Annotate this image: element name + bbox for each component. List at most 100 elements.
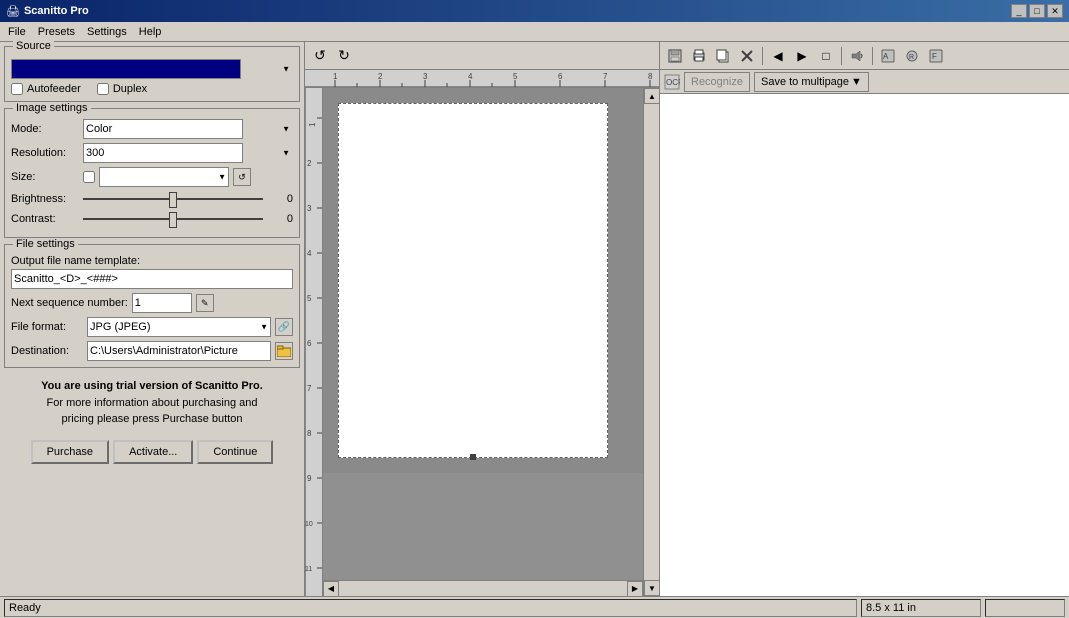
ocr-unknown3-button[interactable]: F bbox=[925, 45, 947, 67]
scan-page bbox=[338, 103, 608, 458]
speaker-icon bbox=[850, 49, 864, 63]
resize-handle-bottom[interactable] bbox=[470, 454, 476, 460]
ocr-toolbar: ◀ ▶ □ A R bbox=[660, 42, 1069, 70]
ocr-save-button[interactable] bbox=[664, 45, 686, 67]
ocr-recognize-button[interactable]: Recognize bbox=[684, 72, 750, 92]
scan-rotate-left-button[interactable]: ↺ bbox=[309, 45, 331, 67]
scroll-right-button[interactable]: ▶ bbox=[627, 581, 643, 597]
format-select[interactable]: JPG (JPEG) PNG BMP TIFF PDF bbox=[87, 317, 271, 337]
title-bar: 🖨 Scanitto Pro _ □ ✕ bbox=[0, 0, 1069, 22]
ocr-print-button[interactable] bbox=[688, 45, 710, 67]
svg-text:4: 4 bbox=[468, 72, 473, 81]
bottom-buttons: Purchase Activate... Continue bbox=[4, 436, 300, 468]
mode-label: Mode: bbox=[11, 123, 83, 135]
brightness-slider[interactable] bbox=[83, 191, 263, 207]
scroll-h-track[interactable] bbox=[339, 581, 627, 596]
scan-area: ↺ ↻ 1 2 3 4 5 6 bbox=[305, 42, 659, 596]
ocr-icon-2: R bbox=[905, 49, 919, 63]
ocr-icon-1: A bbox=[881, 49, 895, 63]
purchase-button[interactable]: Purchase bbox=[31, 440, 109, 464]
title-bar-left: 🖨 Scanitto Pro bbox=[6, 5, 89, 18]
mode-select[interactable]: Color Grayscale Black & White bbox=[83, 119, 243, 139]
resolution-select[interactable]: 75 100 150 200 300 600 1200 bbox=[83, 143, 243, 163]
resolution-label: Resolution: bbox=[11, 147, 83, 159]
menu-file[interactable]: File bbox=[2, 24, 32, 40]
scroll-up-button[interactable]: ▲ bbox=[644, 88, 659, 104]
delete-icon bbox=[740, 49, 754, 63]
dest-label: Destination: bbox=[11, 345, 83, 357]
contrast-slider[interactable] bbox=[83, 211, 263, 227]
title-bar-controls: _ □ ✕ bbox=[1011, 4, 1063, 18]
ocr-delete-button[interactable] bbox=[736, 45, 758, 67]
scroll-left-button[interactable]: ◀ bbox=[323, 581, 339, 597]
file-settings-group: File settings Output file name template:… bbox=[4, 244, 300, 368]
svg-text:9: 9 bbox=[307, 474, 312, 483]
svg-text:11: 11 bbox=[305, 566, 312, 573]
source-select[interactable] bbox=[11, 59, 241, 79]
ocr-prev-button[interactable]: ◀ bbox=[767, 45, 789, 67]
resolution-select-wrapper: 75 100 150 200 300 600 1200 bbox=[83, 143, 293, 163]
image-settings-label: Image settings bbox=[13, 102, 91, 114]
dest-input[interactable] bbox=[87, 341, 271, 361]
menu-help[interactable]: Help bbox=[133, 24, 168, 40]
menu-settings[interactable]: Settings bbox=[81, 24, 133, 40]
scan-v-scrollbar: ▲ ▼ bbox=[643, 88, 659, 596]
duplex-checkbox[interactable] bbox=[97, 83, 109, 95]
size-label: Size: bbox=[11, 171, 83, 183]
seq-row: Next sequence number: ✎ bbox=[11, 293, 293, 313]
mode-row: Mode: Color Grayscale Black & White bbox=[11, 119, 293, 139]
resolution-row: Resolution: 75 100 150 200 300 600 1200 bbox=[11, 143, 293, 163]
ocr-text-area[interactable] bbox=[660, 94, 1069, 596]
continue-button[interactable]: Continue bbox=[197, 440, 273, 464]
folder-icon bbox=[277, 345, 291, 357]
brightness-row: Brightness: 0 bbox=[11, 191, 293, 207]
checkbox-row: Autofeeder Duplex bbox=[11, 83, 293, 95]
toolbar-separator-3 bbox=[872, 47, 873, 65]
right-panel: ◀ ▶ □ A R bbox=[659, 42, 1069, 596]
seq-label: Next sequence number: bbox=[11, 297, 128, 309]
size-select[interactable] bbox=[99, 167, 229, 187]
contrast-slider-container bbox=[83, 211, 263, 227]
maximize-button[interactable]: □ bbox=[1029, 4, 1045, 18]
autofeeder-checkbox[interactable] bbox=[11, 83, 23, 95]
scan-canvas[interactable] bbox=[323, 88, 643, 580]
scan-main-area: ◀ ▶ bbox=[323, 88, 643, 596]
seq-input[interactable] bbox=[132, 293, 192, 313]
contrast-value: 0 bbox=[263, 213, 293, 225]
close-button[interactable]: ✕ bbox=[1047, 4, 1063, 18]
size-checkbox[interactable] bbox=[83, 171, 95, 183]
minimize-button[interactable]: _ bbox=[1011, 4, 1027, 18]
ocr-maximize-button[interactable]: □ bbox=[815, 45, 837, 67]
size-refresh-button[interactable]: ↺ bbox=[233, 168, 251, 186]
ocr-speaker-button[interactable] bbox=[846, 45, 868, 67]
contrast-row: Contrast: 0 bbox=[11, 211, 293, 227]
output-template-input[interactable] bbox=[11, 269, 293, 289]
main-layout: Source Autofeeder Duplex bbox=[0, 42, 1069, 596]
ocr-multipage-button[interactable]: Save to multipage ▼ bbox=[754, 72, 869, 92]
ocr-next-button[interactable]: ▶ bbox=[791, 45, 813, 67]
svg-text:R: R bbox=[909, 54, 914, 61]
scroll-down-button[interactable]: ▼ bbox=[644, 580, 659, 596]
dest-row: Destination: bbox=[11, 341, 293, 361]
format-select-wrapper: JPG (JPEG) PNG BMP TIFF PDF bbox=[87, 317, 271, 337]
trial-line2: For more information about purchasing an… bbox=[47, 397, 258, 409]
ocr-copy-button[interactable] bbox=[712, 45, 734, 67]
svg-text:A: A bbox=[883, 52, 889, 61]
svg-text:8: 8 bbox=[648, 72, 653, 81]
seq-button[interactable]: ✎ bbox=[196, 294, 214, 312]
ocr-unknown1-button[interactable]: A bbox=[877, 45, 899, 67]
scan-rotate-right-button[interactable]: ↻ bbox=[333, 45, 355, 67]
activate-button[interactable]: Activate... bbox=[113, 440, 193, 464]
ocr-sub-toolbar: OCR Recognize Save to multipage ▼ bbox=[660, 70, 1069, 94]
svg-text:3: 3 bbox=[423, 72, 428, 81]
menu-bar: File Presets Settings Help bbox=[0, 22, 1069, 42]
svg-text:8: 8 bbox=[307, 429, 312, 438]
menu-presets[interactable]: Presets bbox=[32, 24, 81, 40]
status-right bbox=[985, 599, 1065, 617]
ocr-unknown2-button[interactable]: R bbox=[901, 45, 923, 67]
scroll-v-track[interactable] bbox=[644, 104, 659, 580]
trial-line3: pricing please press Purchase button bbox=[62, 413, 243, 425]
svg-text:4: 4 bbox=[307, 249, 312, 258]
format-browse-button[interactable]: 🔗 bbox=[275, 318, 293, 336]
dest-browse-button[interactable] bbox=[275, 342, 293, 360]
